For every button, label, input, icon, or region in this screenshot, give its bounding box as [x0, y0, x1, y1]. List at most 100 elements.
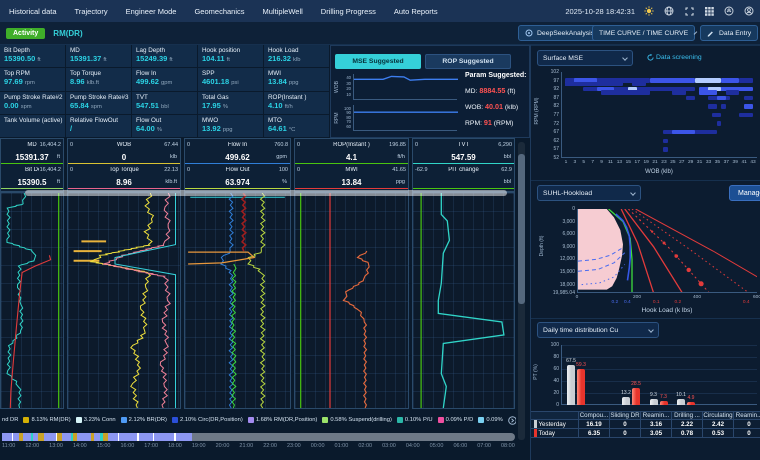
daily-y-tick: 100: [539, 342, 559, 348]
legend-chip: [76, 417, 82, 423]
chevron-down-icon: [630, 190, 636, 196]
timeline-segment: [23, 433, 31, 441]
bar-yesterday-3: [650, 399, 658, 405]
curve-scale-row: 0TVT6,290: [413, 139, 514, 151]
deepseek-analysis-button[interactable]: DeepSeekAnalysis: [518, 25, 601, 41]
mse-x-tick: 27: [677, 160, 686, 165]
bar-value-label: 59.3: [573, 362, 589, 368]
heatmap-cell: [663, 147, 667, 151]
gridline: [561, 345, 757, 346]
row-name: Yesterday: [539, 421, 566, 428]
top-nav: Historical data Trajectory Engineer Mode Ge…: [0, 0, 760, 22]
heatmap-cell: [695, 78, 722, 82]
readout-label: MWO: [202, 117, 259, 124]
curve-mode-select[interactable]: TIME CURVE / TIME CURVE: [592, 25, 695, 41]
heatmap-cell: [721, 104, 725, 108]
manage-button[interactable]: Manage: [729, 185, 760, 201]
globe-icon[interactable]: [664, 6, 674, 16]
fullscreen-icon[interactable]: [684, 6, 694, 16]
timeline-remaining[interactable]: [192, 433, 515, 441]
legend-item-2-12-br-dr-[interactable]: 2.12% BR(DR): [121, 417, 167, 423]
legend-label: nd DR: [2, 417, 18, 423]
suhl-x-tick: 0: [569, 295, 585, 300]
legend-item-0-10-p-u[interactable]: 0.10% P/U: [397, 417, 433, 423]
mse-x-axis-label: WOB (klb): [561, 169, 757, 175]
readout-label: Lag Depth: [136, 47, 193, 54]
readout-hook-load: Hook Load216.32 klb: [264, 45, 330, 68]
timeline-segment: [44, 433, 56, 441]
legend-label: 0.09% P/D: [446, 417, 474, 423]
readout-label: Flow In: [136, 70, 193, 77]
timeline-strip[interactable]: [2, 433, 515, 441]
surface-mse-select[interactable]: Surface MSE: [537, 50, 633, 66]
timeline-hour-label: 22:00: [263, 443, 277, 449]
suhl-x-axis-label: Hook Load (k lbs): [577, 307, 757, 314]
pencil-icon: [707, 29, 715, 37]
timeline-segment: [108, 433, 118, 441]
track-plot-4: [294, 192, 409, 409]
mse-x-tick: 7: [588, 160, 597, 165]
sun-icon[interactable]: [644, 6, 654, 16]
tab-mse-suggested[interactable]: MSE Suggested: [335, 54, 421, 69]
readout-value: /: [70, 124, 127, 133]
legend-item-0-58-suspend-drilling-[interactable]: 0.58% Suspend(drilling): [322, 417, 392, 423]
legend-item-2-10-circ-dr-position-[interactable]: 2.10% Circ(DR,Position): [172, 417, 243, 423]
nav-item-trajectory[interactable]: Trajectory: [75, 7, 108, 16]
suhl-select[interactable]: SUHL-Hookload: [537, 185, 641, 201]
heatmap-cell: [739, 78, 752, 82]
friction-factor-label: 0.4: [622, 300, 632, 305]
legend-more-icon[interactable]: [508, 416, 516, 425]
scrollbar-thumb[interactable]: [518, 154, 525, 304]
timeline-hour-label: 19:00: [192, 443, 206, 449]
legend-label: 0.09%: [486, 417, 502, 423]
legend-item-0-09-[interactable]: 0.09%: [478, 417, 502, 423]
curve-scale-row: 0Flow Out100: [185, 164, 290, 176]
readout-pump-stroke-rate-2: Pump Stroke Rate#20.00 spm: [0, 92, 66, 115]
mse-y-tick: 52: [539, 155, 559, 161]
heatmap-cell: [565, 82, 623, 86]
param-title: Param Suggested:: [465, 72, 529, 79]
user-icon[interactable]: [744, 6, 754, 16]
heatmap-cell: [695, 130, 708, 134]
timeline-hour-label: 07:00: [477, 443, 491, 449]
nav-item-historical-data[interactable]: Historical data: [9, 7, 57, 16]
nav-item-geomechanics[interactable]: Geomechanics: [194, 7, 244, 16]
nav-item-drilling-progress[interactable]: Drilling Progress: [321, 7, 376, 16]
legend-item-8-13-rm-dr-[interactable]: 8.13% RM(DR): [23, 417, 70, 423]
data-screening-link[interactable]: Data screening: [647, 54, 702, 61]
mse-x-tick: 25: [668, 160, 677, 165]
readout-value: 17.95 %: [202, 101, 259, 110]
nav-item-engineer-mode[interactable]: Engineer Mode: [126, 7, 177, 16]
nav-item-auto-reports[interactable]: Auto Reports: [394, 7, 438, 16]
timeline-segment: [77, 433, 91, 441]
vertical-scrollbar[interactable]: [518, 142, 525, 440]
curve-value-row: 547.59bbl: [413, 151, 514, 164]
readout-value: 104.11 ft: [202, 54, 259, 63]
grid-icon[interactable]: [704, 6, 714, 16]
chevron-down-icon: [694, 31, 698, 35]
legend-item-0-09-p-d[interactable]: 0.09% P/D: [438, 417, 474, 423]
readout-value: 64.61 °C: [268, 124, 325, 133]
timeline-hour-label: 18:00: [168, 443, 182, 449]
data-entry-button[interactable]: Data Entry: [700, 25, 758, 41]
readout-label: MWI: [268, 70, 325, 77]
tab-rop-suggested[interactable]: ROP Suggested: [425, 54, 511, 69]
mse-x-tick: 3: [570, 160, 579, 165]
timeline-hour-label: 17:00: [144, 443, 158, 449]
readout-tank-volume-active-: Tank Volume (active): [0, 115, 66, 138]
readout-value: 97.69 rpm: [4, 77, 61, 86]
legend-item-nd-dr[interactable]: nd DR: [2, 417, 18, 423]
legend-item-1-68-rm-dr-position-[interactable]: 1.68% RM(DR,Position): [248, 417, 318, 423]
suhl-x-tick: 400: [689, 295, 705, 300]
legend-item-3-23-conn[interactable]: 3.23% Conn: [76, 417, 116, 423]
mse-x-tick: 33: [704, 160, 713, 165]
nav-item-multiplewell[interactable]: MultipleWell: [263, 7, 303, 16]
headset-icon[interactable]: [724, 6, 734, 16]
daily-select[interactable]: Daily time distribution Cu: [537, 322, 659, 338]
timeline-hour-label: 11:00: [2, 443, 15, 449]
data-entry-label: Data Entry: [719, 30, 751, 37]
readout-flow-in: Flow In499.62 gpm: [132, 68, 198, 91]
readout-bit-depth: Bit Depth15390.50 ft: [0, 45, 66, 68]
bar-today-4: [687, 402, 695, 405]
horizontal-scrollbar[interactable]: [25, 190, 507, 196]
